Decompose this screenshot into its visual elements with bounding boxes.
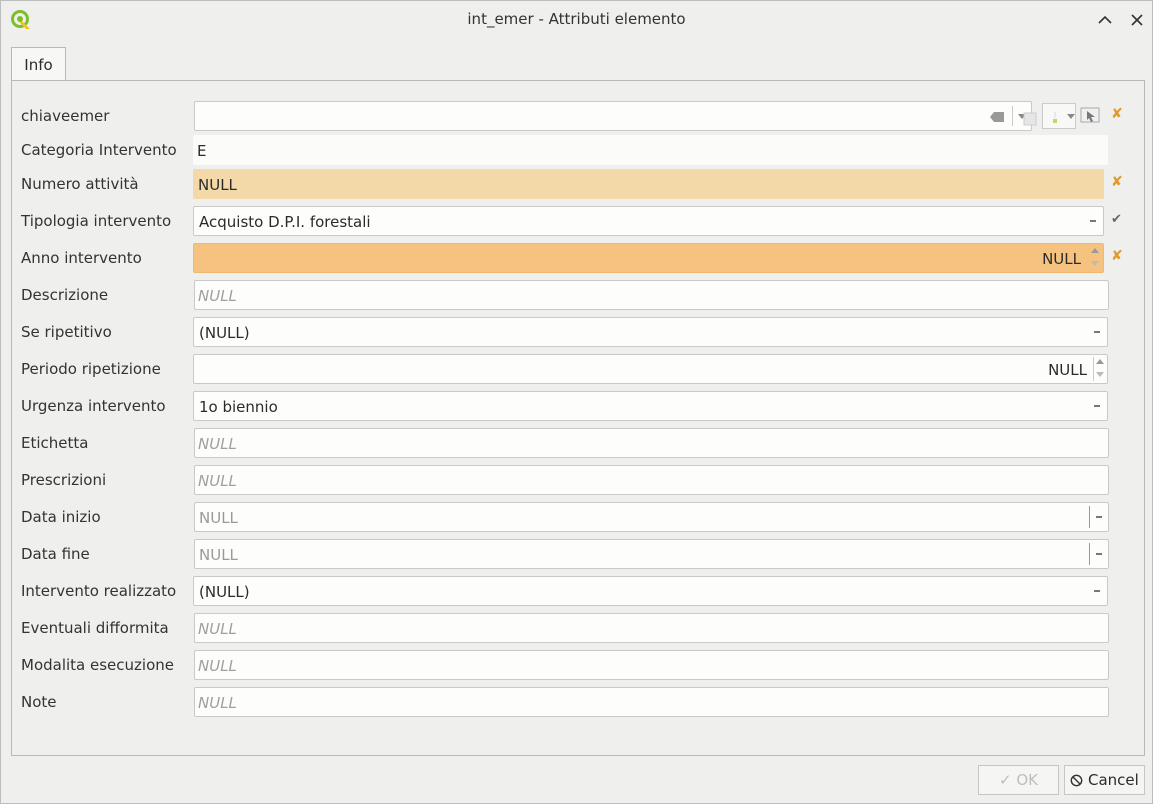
etichetta-input[interactable]: NULL: [194, 428, 1109, 458]
chiaveemer-combobox[interactable]: [194, 101, 1032, 131]
note-input[interactable]: NULL: [194, 687, 1109, 717]
constraint-warning-icon: ✘: [1111, 248, 1123, 264]
label-data-fine: Data fine: [21, 545, 90, 563]
se-ripetitivo-dropdown[interactable]: (NULL): [193, 317, 1108, 347]
identify-on-map-icon[interactable]: [1079, 105, 1103, 127]
label-modalita-esecuzione: Modalita esecuzione: [21, 656, 174, 674]
dropdown-arrow-icon: [1094, 405, 1100, 407]
label-chiaveemer: chiaveemer: [21, 107, 110, 125]
open-form-icon[interactable]: [1020, 105, 1042, 129]
tab-info[interactable]: Info: [11, 47, 66, 81]
cancel-button[interactable]: Cancel: [1064, 765, 1145, 795]
label-urgenza-intervento: Urgenza intervento: [21, 397, 166, 415]
row-anno-intervento: Anno intervento NULL ✘: [21, 243, 1123, 273]
label-etichetta: Etichetta: [21, 434, 89, 452]
row-periodo-ripetizione: Periodo ripetizione NULL: [21, 354, 1121, 384]
row-data-inizio: Data inizio NULL: [21, 502, 1121, 532]
label-eventuali-difformita: Eventuali difformita: [21, 619, 169, 637]
check-icon: ✓: [998, 771, 1012, 789]
collapse-icon[interactable]: [1094, 9, 1116, 31]
urgenza-intervento-dropdown[interactable]: 1o biennio: [193, 391, 1108, 421]
label-note: Note: [21, 693, 57, 711]
constraint-ok-icon: ✔: [1111, 212, 1122, 227]
row-data-fine: Data fine NULL: [21, 539, 1121, 569]
add-feature-button[interactable]: [1042, 103, 1076, 129]
ok-button[interactable]: ✓ OK: [978, 765, 1059, 795]
row-descrizione: Descrizione NULL: [21, 280, 1121, 310]
label-data-inizio: Data inizio: [21, 508, 101, 526]
dialog-window: int_emer - Attributi elemento Info chiav…: [0, 0, 1153, 804]
chevron-down-icon: [1067, 114, 1075, 119]
row-numero-attivita: Numero attività NULL ✘: [21, 169, 1123, 199]
data-fine-datepicker[interactable]: NULL: [194, 539, 1109, 569]
data-inizio-datepicker[interactable]: NULL: [194, 502, 1109, 532]
eventuali-difformita-input[interactable]: NULL: [194, 613, 1109, 643]
label-periodo-ripetizione: Periodo ripetizione: [21, 360, 161, 378]
label-se-ripetitivo: Se ripetitivo: [21, 323, 112, 341]
label-prescrizioni: Prescrizioni: [21, 471, 107, 489]
add-feature-icon: [1053, 112, 1057, 123]
row-se-ripetitivo: Se ripetitivo (NULL): [21, 317, 1121, 347]
row-intervento-realizzato: Intervento realizzato (NULL): [21, 576, 1121, 606]
numero-attivita-field[interactable]: NULL: [193, 169, 1104, 199]
label-tipologia-intervento: Tipologia intervento: [21, 212, 172, 230]
spinbox-arrows-icon[interactable]: [1093, 357, 1105, 381]
row-modalita-esecuzione: Modalita esecuzione NULL: [21, 650, 1121, 680]
close-icon[interactable]: [1126, 9, 1148, 31]
descrizione-input[interactable]: NULL: [194, 280, 1109, 310]
row-eventuali-difformita: Eventuali difformita NULL: [21, 613, 1121, 643]
constraint-warning-icon: ✘: [1111, 106, 1123, 122]
label-numero-attivita: Numero attività: [21, 175, 139, 193]
window-title: int_emer - Attributi elemento: [467, 10, 686, 28]
constraint-warning-icon: ✘: [1111, 174, 1123, 190]
row-categoria-intervento: Categoria Intervento E: [21, 135, 1121, 165]
label-anno-intervento: Anno intervento: [21, 249, 142, 267]
spinbox-arrows-icon[interactable]: [1089, 246, 1101, 270]
label-categoria-intervento: Categoria Intervento: [21, 141, 177, 159]
dropdown-arrow-icon: [1094, 590, 1100, 592]
anno-intervento-spinbox[interactable]: NULL: [193, 243, 1104, 273]
intervento-realizzato-dropdown[interactable]: (NULL): [193, 576, 1108, 606]
row-prescrizioni: Prescrizioni NULL: [21, 465, 1121, 495]
categoria-intervento-field[interactable]: E: [193, 135, 1108, 165]
row-tipologia-intervento: Tipologia intervento Acquisto D.P.I. for…: [21, 206, 1122, 236]
modalita-esecuzione-input[interactable]: NULL: [194, 650, 1109, 680]
periodo-ripetizione-spinbox[interactable]: NULL: [193, 354, 1108, 384]
clear-text-icon[interactable]: [990, 112, 1004, 122]
dropdown-arrow-icon: [1090, 220, 1096, 222]
row-urgenza-intervento: Urgenza intervento 1o biennio: [21, 391, 1121, 421]
cancel-icon: [1070, 774, 1083, 787]
label-descrizione: Descrizione: [21, 286, 109, 304]
dropdown-arrow-icon: [1094, 331, 1100, 333]
row-note: Note NULL: [21, 687, 1121, 717]
calendar-dropdown-icon[interactable]: [1096, 553, 1102, 555]
prescrizioni-input[interactable]: NULL: [194, 465, 1109, 495]
calendar-dropdown-icon[interactable]: [1096, 516, 1102, 518]
label-intervento-realizzato: Intervento realizzato: [21, 582, 177, 600]
row-chiaveemer: chiaveemer ✘: [21, 101, 1123, 131]
row-etichetta: Etichetta NULL: [21, 428, 1121, 458]
title-bar: int_emer - Attributi elemento: [1, 1, 1152, 39]
tipologia-intervento-dropdown[interactable]: Acquisto D.P.I. forestali: [193, 206, 1104, 236]
